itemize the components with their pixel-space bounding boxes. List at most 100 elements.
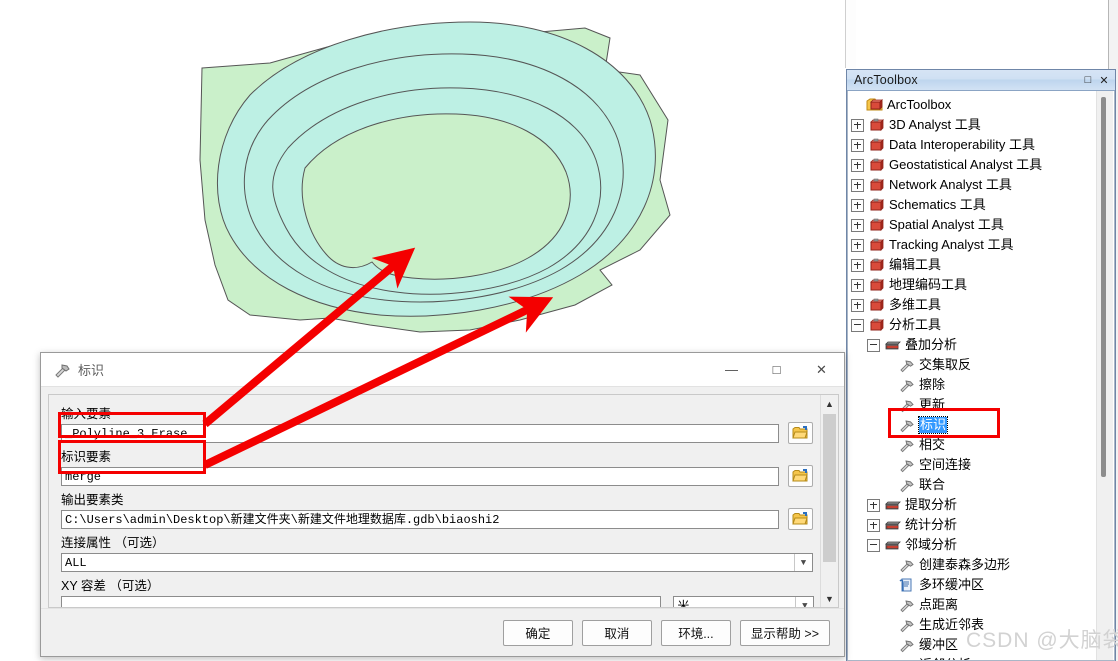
collapse-icon[interactable]: [867, 538, 880, 552]
expand-icon[interactable]: [851, 138, 864, 152]
tree-item[interactable]: 更新: [851, 395, 1101, 415]
expand-icon[interactable]: [851, 298, 864, 312]
form-scrollbar-thumb[interactable]: [823, 414, 836, 562]
scroll-up-arrow-icon[interactable]: ▲: [821, 395, 838, 412]
identity-features-input[interactable]: merge: [61, 467, 779, 486]
tree-item[interactable]: Network Analyst 工具: [851, 175, 1101, 195]
form-scrollbar[interactable]: ▲ ▼: [820, 395, 838, 607]
tool-hammer-icon: [898, 357, 915, 373]
arctoolbox-titlebar[interactable]: ArcToolbox □ ✕: [847, 70, 1115, 91]
tree-item[interactable]: 交集取反: [851, 355, 1101, 375]
tree-item[interactable]: 多环缓冲区: [851, 575, 1101, 595]
expand-icon[interactable]: [851, 218, 864, 232]
tree-item[interactable]: 多维工具: [851, 295, 1101, 315]
tool-hammer-icon: [898, 477, 915, 493]
show-help-button[interactable]: 显示帮助 >>: [739, 619, 830, 646]
input-features-input[interactable]: _Polyline_3_Erase: [61, 424, 779, 443]
tree-item-label: 标识: [917, 416, 949, 434]
maximize-icon[interactable]: □: [1080, 73, 1096, 88]
tree-item-label: Tracking Analyst 工具: [889, 237, 1014, 252]
tree-item[interactable]: Geostatistical Analyst 工具: [851, 155, 1101, 175]
tree-item[interactable]: 3D Analyst 工具: [851, 115, 1101, 135]
identity-features-browse-button[interactable]: [788, 465, 813, 487]
expand-icon[interactable]: [851, 258, 864, 272]
tree-item[interactable]: 创建泰森多边形: [851, 555, 1101, 575]
tree-item-label: Spatial Analyst 工具: [889, 217, 1004, 232]
expand-icon[interactable]: [851, 118, 864, 132]
tool-hammer-icon: [898, 597, 915, 613]
toolbox-icon: [868, 297, 885, 313]
expand-icon[interactable]: [851, 198, 864, 212]
toolbox-scrollbar-thumb[interactable]: [1101, 97, 1106, 477]
tree-item[interactable]: 生成近邻表: [851, 615, 1101, 635]
expand-icon[interactable]: [851, 278, 864, 292]
chevron-down-icon[interactable]: ▼: [794, 554, 812, 571]
tree-item[interactable]: Spatial Analyst 工具: [851, 215, 1101, 235]
xy-tolerance-field: XY 容差 （可选） 米 ▼: [61, 575, 816, 607]
output-feature-class-browse-button[interactable]: [788, 508, 813, 530]
toolbox-icon: [868, 137, 885, 153]
expand-icon[interactable]: [851, 238, 864, 252]
tree-item-label: Geostatistical Analyst 工具: [889, 157, 1043, 172]
close-button[interactable]: ✕: [799, 353, 844, 386]
environments-button[interactable]: 环境...: [660, 619, 731, 646]
desktop-edge-strip-top: [845, 0, 856, 68]
toolbox-icon: [868, 277, 885, 293]
tree-item[interactable]: 编辑工具: [851, 255, 1101, 275]
output-feature-class-input[interactable]: C:\Users\admin\Desktop\新建文件夹\新建文件地理数据库.g…: [61, 510, 779, 529]
tree-item[interactable]: 联合: [851, 475, 1101, 495]
script-tool-icon: [898, 577, 915, 593]
output-feature-class-label: 输出要素类: [61, 493, 124, 507]
toolbox-scrollbar[interactable]: [1096, 91, 1113, 660]
tree-item[interactable]: Data Interoperability 工具: [851, 135, 1101, 155]
identify-tool-dialog: 标识 — □ ✕ 输入要素 _Polyline_3_Erase 标识要素 mer…: [40, 352, 845, 657]
tree-item[interactable]: 点距离: [851, 595, 1101, 615]
folder-open-icon: [792, 425, 808, 438]
expand-icon[interactable]: [867, 498, 880, 512]
arctoolbox-panel: ArcToolbox □ ✕ ArcToolbox 3D Analyst 工具 D…: [846, 69, 1116, 661]
toolbox-tree[interactable]: ArcToolbox 3D Analyst 工具 Data Interoperab…: [848, 91, 1101, 660]
tree-item[interactable]: 邻域分析: [851, 535, 1101, 555]
toolbox-icon: [868, 237, 885, 253]
green-core-polygon: [301, 113, 571, 280]
tree-item[interactable]: 叠加分析: [851, 335, 1101, 355]
tree-item-label: 统计分析: [905, 517, 958, 532]
tree-item[interactable]: 统计分析: [851, 515, 1101, 535]
tree-item-label: 联合: [919, 477, 946, 492]
tree-item[interactable]: 地理编码工具: [851, 275, 1101, 295]
expand-icon[interactable]: [851, 158, 864, 172]
tree-item[interactable]: 相交: [851, 435, 1101, 455]
tool-hammer-icon: [898, 617, 915, 633]
ok-button[interactable]: 确定: [502, 619, 573, 646]
close-icon[interactable]: ✕: [1096, 73, 1112, 88]
toolbox-icon: [868, 117, 885, 133]
tree-item[interactable]: 标识: [851, 415, 1101, 435]
collapse-icon[interactable]: [851, 318, 864, 332]
scroll-down-arrow-icon[interactable]: ▼: [821, 590, 838, 607]
tree-item-label: 相交: [919, 437, 946, 452]
join-attributes-select[interactable]: ALL ▼: [61, 553, 813, 572]
xy-tolerance-input[interactable]: [61, 596, 661, 607]
tree-item[interactable]: 提取分析: [851, 495, 1101, 515]
tree-item[interactable]: 分析工具: [851, 315, 1101, 335]
minimize-button[interactable]: —: [709, 353, 754, 386]
maximize-button[interactable]: □: [754, 353, 799, 386]
chevron-down-icon[interactable]: ▼: [795, 597, 813, 607]
expand-icon[interactable]: [867, 518, 880, 532]
tree-item-label: 更新: [919, 397, 946, 412]
tree-item-label: 3D Analyst 工具: [889, 117, 981, 132]
join-attributes-value: ALL: [65, 555, 87, 570]
input-features-browse-button[interactable]: [788, 422, 813, 444]
tree-item[interactable]: 缓冲区: [851, 635, 1101, 655]
tree-root-arctoolbox[interactable]: ArcToolbox: [851, 95, 1101, 115]
tree-item[interactable]: Schematics 工具: [851, 195, 1101, 215]
collapse-icon[interactable]: [867, 338, 880, 352]
dialog-titlebar[interactable]: 标识 — □ ✕: [41, 353, 844, 387]
expand-icon[interactable]: [851, 178, 864, 192]
tree-item[interactable]: 空间连接: [851, 455, 1101, 475]
tree-item[interactable]: 近邻分析: [851, 655, 1101, 660]
tree-item[interactable]: Tracking Analyst 工具: [851, 235, 1101, 255]
xy-tolerance-unit-select[interactable]: 米 ▼: [673, 596, 815, 607]
tree-item[interactable]: 擦除: [851, 375, 1101, 395]
cancel-button[interactable]: 取消: [581, 619, 652, 646]
